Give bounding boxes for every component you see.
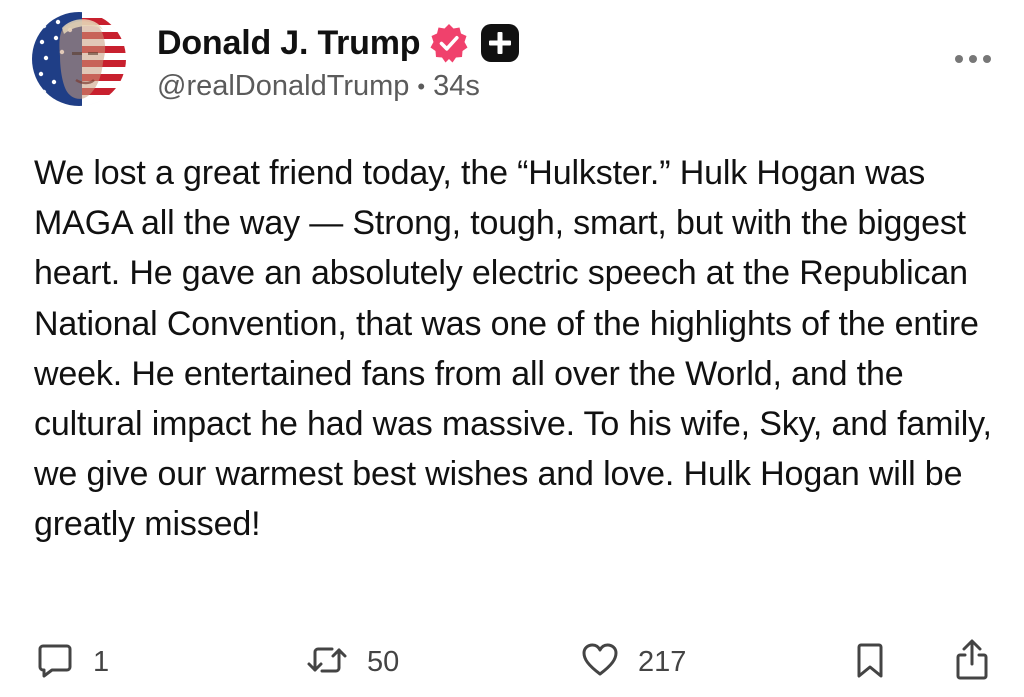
reply-button[interactable]: 1 (35, 636, 109, 688)
post-body-text: We lost a great friend today, the “Hulks… (34, 154, 992, 544)
bookmark-button[interactable] (852, 636, 888, 688)
heart-icon (580, 640, 620, 685)
repost-button[interactable]: 50 (305, 636, 399, 688)
reply-icon (35, 640, 75, 685)
author-meta-row: @realDonaldTrump • 34s (157, 70, 480, 103)
repost-count: 50 (367, 645, 400, 678)
american-flag-portrait-avatar-icon (32, 12, 126, 106)
post-timestamp[interactable]: 34s (433, 70, 480, 103)
verified-badge-icon (428, 22, 470, 64)
like-button[interactable]: 217 (580, 636, 686, 688)
repost-icon (305, 640, 349, 685)
share-button[interactable] (952, 636, 992, 688)
post-action-bar: 1 50 217 (0, 636, 1024, 688)
author-display-name[interactable]: Donald J. Trump (157, 24, 421, 63)
post-card: Donald J. Trump @realDonaldTrump • 34s W… (0, 0, 1024, 697)
author-handle[interactable]: @realDonaldTrump (157, 70, 409, 103)
share-icon (952, 638, 992, 687)
author-name-row: Donald J. Trump (157, 19, 520, 67)
avatar[interactable] (32, 12, 126, 106)
plus-badge-icon (480, 23, 520, 63)
meta-separator: • (417, 73, 426, 99)
like-count: 217 (638, 645, 687, 678)
reply-count: 1 (93, 645, 110, 678)
more-options-icon[interactable] (948, 44, 998, 74)
bookmark-icon (852, 640, 888, 685)
